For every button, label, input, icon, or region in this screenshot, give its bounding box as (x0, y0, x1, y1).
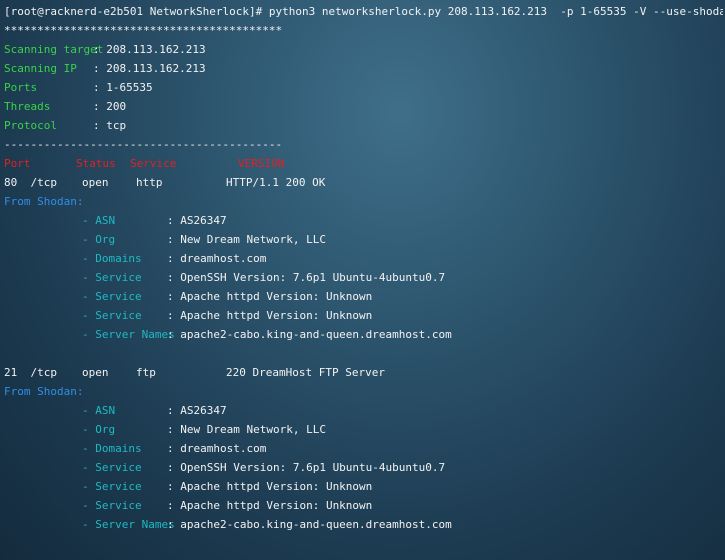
shodan-row: - ASN : AS26347 (4, 211, 723, 230)
shodan-row: - Service : Apache httpd Version: Unknown (4, 287, 723, 306)
header-port: Port (4, 157, 31, 170)
shodan-key: - Domains (82, 252, 142, 265)
shodan-key: - Org (82, 233, 116, 246)
config-target-label: Scanning target (4, 43, 104, 56)
shodan-key: - Domains (82, 442, 142, 455)
shodan-value: : AS26347 (167, 404, 227, 417)
divider: ----------------------------------------… (4, 138, 283, 151)
shodan-value: : apache2-cabo.king-and-queen.dreamhost.… (167, 518, 452, 531)
config-threads-value: 200 (106, 100, 127, 113)
shodan-row: - Server Names: apache2-cabo.king-and-qu… (4, 325, 723, 344)
shodan-key: - Service (82, 499, 142, 512)
shodan-row: - Service : OpenSSH Version: 7.6p1 Ubuntu… (4, 458, 723, 477)
shodan-value: : Apache httpd Version: Unknown (167, 480, 373, 493)
shodan-key: - Org (82, 423, 116, 436)
results-header: Port Status Service VERSION (4, 154, 723, 173)
result-status: open (82, 176, 109, 189)
config-ports-row: Ports: 1-65535 (4, 78, 723, 97)
shodan-value: : AS26347 (167, 214, 227, 227)
result-service: http (136, 176, 163, 189)
config-target-sep: : (93, 43, 107, 56)
shodan-title: From Shodan: (4, 195, 84, 208)
shodan-key: - ASN (82, 404, 116, 417)
shodan-key: - Service (82, 461, 142, 474)
result-service: ftp (136, 366, 156, 379)
shodan-row: - ASN : AS26347 (4, 401, 723, 420)
shodan-value: : apache2-cabo.king-and-queen.dreamhost.… (167, 328, 452, 341)
config-ports-label: Ports (4, 81, 38, 94)
shodan-row: - Org : New Dream Network, LLC (4, 420, 723, 439)
result-port: 80 /tcp (4, 176, 57, 189)
config-ip-value: 208.113.162.213 (106, 62, 206, 75)
shodan-key: - Service (82, 290, 142, 303)
config-protocol-value: tcp (106, 119, 127, 132)
config-protocol-row: Protocol: tcp (4, 116, 723, 135)
shodan-row: - Service : Apache httpd Version: Unknown (4, 477, 723, 496)
config-threads-label: Threads (4, 100, 51, 113)
config-ip-row: Scanning IP: 208.113.162.213 (4, 59, 723, 78)
shodan-row: - Domains : dreamhost.com (4, 249, 723, 268)
config-ports-value: 1-65535 (106, 81, 153, 94)
config-target-value: 208.113.162.213 (106, 43, 206, 56)
header-service: Service (130, 157, 177, 170)
shodan-row: - Domains : dreamhost.com (4, 439, 723, 458)
config-target-row: Scanning target: 208.113.162.213 (4, 40, 723, 59)
result-port: 21 /tcp (4, 366, 57, 379)
config-ip-label: Scanning IP (4, 62, 77, 75)
config-protocol-sep: : (93, 119, 107, 132)
shodan-value: : OpenSSH Version: 7.6p1 Ubuntu-4ubuntu0… (167, 271, 446, 284)
config-protocol-label: Protocol (4, 119, 57, 132)
shodan-key: - Service (82, 480, 142, 493)
shodan-row: - Org : New Dream Network, LLC (4, 230, 723, 249)
result-row: 80 /tcp open http HTTP/1.1 200 OK (4, 173, 723, 192)
result-version: HTTP/1.1 200 OK (226, 176, 326, 189)
result-row: 21 /tcp open ftp 220 DreamHost FTP Server (4, 363, 723, 382)
shodan-key: - Service (82, 271, 142, 284)
shodan-row: - Service : OpenSSH Version: 7.6p1 Ubuntu… (4, 268, 723, 287)
shodan-key: - Server Names (82, 518, 175, 531)
header-status: Status (76, 157, 116, 170)
shodan-key: - ASN (82, 214, 116, 227)
shodan-value: : dreamhost.com (167, 252, 267, 265)
shodan-value: : Apache httpd Version: Unknown (167, 309, 373, 322)
shodan-row: - Service : Apache httpd Version: Unknown (4, 306, 723, 325)
header-version: VERSION (238, 157, 285, 170)
banner-stars: ****************************************… (4, 24, 283, 37)
config-threads-row: Threads: 200 (4, 97, 723, 116)
result-status: open (82, 366, 109, 379)
shodan-value: : Apache httpd Version: Unknown (167, 499, 373, 512)
terminal-window[interactable]: [root@racknerd-e2b501 NetworkSherlock]# … (4, 2, 723, 558)
shodan-value: : New Dream Network, LLC (167, 233, 326, 246)
result-version: 220 DreamHost FTP Server (226, 366, 385, 379)
config-ports-sep: : (93, 81, 107, 94)
shodan-title: From Shodan: (4, 385, 84, 398)
shodan-value: : dreamhost.com (167, 442, 267, 455)
shodan-value: : Apache httpd Version: Unknown (167, 290, 373, 303)
shodan-key: - Server Names (82, 328, 175, 341)
shodan-row: - Server Names: apache2-cabo.king-and-qu… (4, 515, 723, 534)
command-prompt: [root@racknerd-e2b501 NetworkSherlock]# … (4, 5, 723, 18)
shodan-row: - Service : Apache httpd Version: Unknown (4, 496, 723, 515)
config-ip-sep: : (93, 62, 107, 75)
shodan-value: : OpenSSH Version: 7.6p1 Ubuntu-4ubuntu0… (167, 461, 446, 474)
shodan-key: - Service (82, 309, 142, 322)
shodan-value: : New Dream Network, LLC (167, 423, 326, 436)
config-threads-sep: : (93, 100, 107, 113)
